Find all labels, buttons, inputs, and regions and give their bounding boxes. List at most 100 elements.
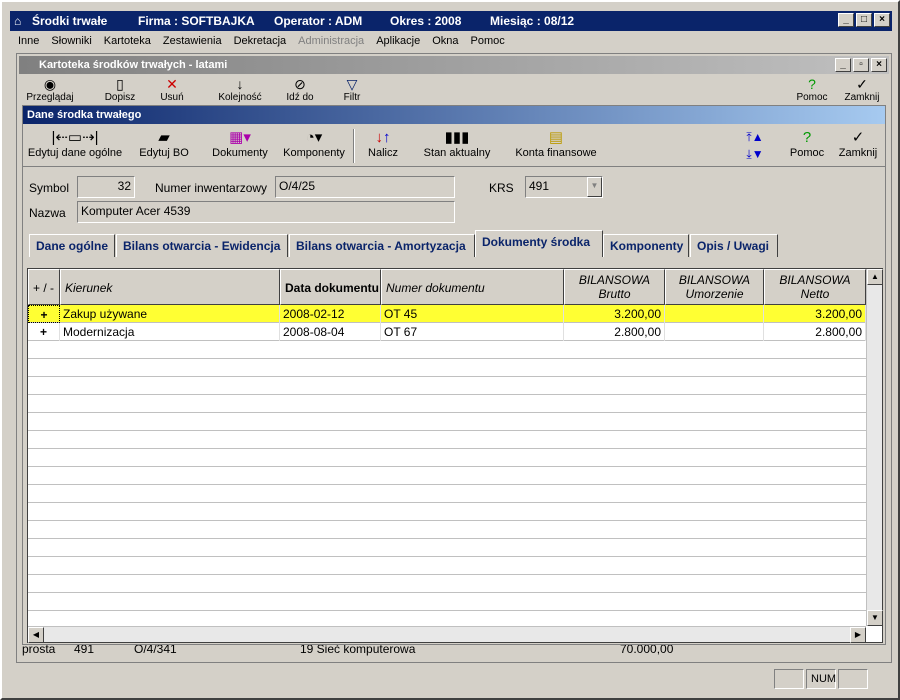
scroll-left-icon[interactable]: ◀	[28, 627, 44, 643]
inner-pomoc-button[interactable]: ? Pomoc	[787, 76, 837, 103]
pie-chart-icon: ◔▾	[305, 129, 323, 146]
tab-bilans-ewidencja[interactable]: Bilans otwarcia - Ewidencja	[116, 234, 288, 257]
przegladaj-button[interactable]: ◉ Przeglądaj	[25, 76, 75, 103]
asset-details-dialog: Dane środka trwałego |⇠▭⇢| Edytuj dane og…	[22, 105, 886, 645]
col-data-dokumentu[interactable]: Data dokumentu	[280, 269, 381, 305]
main-window: ⌂ Środki trwałe Firma : SOFTBAJKA Operat…	[0, 0, 900, 700]
menu-pomoc[interactable]: Pomoc	[465, 32, 511, 50]
tab-bilans-amortyzacja[interactable]: Bilans otwarcia - Amortyzacja	[289, 234, 475, 257]
edit-arrows-icon: |⇠▭⇢|	[51, 129, 99, 146]
idz-do-button[interactable]: ⊘ Idź do	[275, 76, 325, 103]
col-brutto[interactable]: BILANSOWA Brutto	[564, 269, 665, 305]
menu-kartoteka[interactable]: Kartoteka	[98, 32, 157, 50]
filter-icon: ▽	[346, 76, 358, 92]
krs-select[interactable]: 491 ▼	[525, 176, 603, 198]
empty-grid-row	[28, 359, 866, 377]
col-kierunek[interactable]: Kierunek	[60, 269, 280, 305]
ledger-icon: ▤	[548, 129, 564, 146]
usun-button[interactable]: ✕ Usuń	[147, 76, 197, 103]
minimize-button[interactable]: _	[838, 13, 854, 27]
inner-minimize-button[interactable]: _	[835, 58, 851, 72]
edit-general-button[interactable]: |⇠▭⇢| Edytuj dane ogólne	[27, 129, 123, 165]
calculate-button[interactable]: ↓↑ Nalicz	[363, 129, 403, 165]
last-record-icon[interactable]: ⤓▼	[735, 146, 775, 163]
eye-icon: ◉	[43, 76, 57, 92]
status-bar: NUM	[10, 669, 892, 693]
check-icon: ✓	[851, 129, 865, 146]
menu-okna[interactable]: Okna	[426, 32, 464, 50]
chevron-down-icon[interactable]: ▼	[587, 177, 602, 197]
num-indicator: NUM	[806, 669, 836, 689]
table-row[interactable]: + Modernizacja 2008-08-04 OT 67 2.800,00…	[28, 323, 866, 341]
empty-grid-row	[28, 377, 866, 395]
documents-button[interactable]: ▦▾ Dokumenty	[209, 129, 271, 165]
tab-komponenty[interactable]: Komponenty	[603, 234, 689, 257]
close-button[interactable]: ×	[874, 13, 890, 27]
menu-inne[interactable]: Inne	[12, 32, 45, 50]
dopisz-button[interactable]: ▯ Dopisz	[95, 76, 145, 103]
sort-icon: ↓	[236, 76, 244, 92]
menu-administracja: Administracja	[298, 35, 365, 47]
current-state-button[interactable]: ▮▮▮ Stan aktualny	[421, 129, 493, 165]
documents-icon: ▦▾	[229, 129, 251, 146]
calculate-arrows-icon: ↓↑	[375, 129, 391, 146]
dialog-title-bar: Dane środka trwałego	[23, 106, 885, 124]
inner-close-button[interactable]: ×	[871, 58, 887, 72]
tab-dane-ogolne[interactable]: Dane ogólne	[29, 234, 115, 257]
menu-slowniki[interactable]: Słowniki	[45, 32, 97, 50]
empty-grid-row	[28, 467, 866, 485]
dialog-title: Dane środka trwałego	[27, 109, 142, 121]
col-netto[interactable]: BILANSOWA Netto	[764, 269, 866, 305]
name-field[interactable]: Komputer Acer 4539	[77, 201, 455, 223]
tab-opis-uwagi[interactable]: Opis / Uwagi	[690, 234, 778, 257]
okres-label: Okres : 2008	[390, 14, 462, 28]
col-umorzenie[interactable]: BILANSOWA Umorzenie	[665, 269, 764, 305]
horizontal-scrollbar[interactable]: ◀ ▶	[28, 626, 866, 643]
symbol-field[interactable]: 32	[77, 176, 135, 198]
col-plusminus[interactable]: + / -	[28, 269, 60, 305]
first-record-icon[interactable]: ⤒▲	[735, 129, 775, 146]
kolejnosc-button[interactable]: ↓ Kolejność	[215, 76, 265, 103]
scroll-up-icon[interactable]: ▲	[867, 269, 883, 285]
tab-dokumenty-srodka[interactable]: Dokumenty środka	[475, 230, 603, 257]
menu-aplikacje[interactable]: Aplikacje	[370, 32, 426, 50]
kartoteka-toolbar: ◉ Przeglądaj ▯ Dopisz ✕ Usuń ↓ Kolejność ⊘ Id…	[19, 76, 889, 106]
dialog-toolbar: |⇠▭⇢| Edytuj dane ogólne ▰ Edytuj BO ▦▾ Dok…	[23, 125, 885, 167]
inner-restore-button[interactable]: ▫	[853, 58, 869, 72]
bar-chart-icon: ▮▮▮	[444, 129, 470, 146]
empty-grid-row	[28, 395, 866, 413]
expand-toggle[interactable]: +	[28, 305, 60, 323]
operator-label: Operator : ADM	[274, 14, 363, 28]
vertical-scrollbar[interactable]: ▲ ▼	[866, 269, 883, 626]
expand-toggle[interactable]: +	[28, 323, 60, 341]
empty-grid-row	[28, 521, 866, 539]
empty-grid-row	[28, 593, 866, 611]
dialog-help-button[interactable]: ? Pomoc	[787, 129, 827, 165]
menu-bar: Inne Słowniki Kartoteka Zestawienia Dekr…	[12, 32, 511, 50]
folder-open-icon: ▰	[158, 129, 170, 146]
empty-grid-row	[28, 485, 866, 503]
menu-zestawienia[interactable]: Zestawienia	[157, 32, 228, 50]
scroll-down-icon[interactable]: ▼	[867, 610, 883, 626]
edit-bo-button[interactable]: ▰ Edytuj BO	[133, 129, 195, 165]
scroll-right-icon[interactable]: ▶	[850, 627, 866, 643]
empty-grid-row	[28, 413, 866, 431]
menu-dekretacja[interactable]: Dekretacja	[228, 32, 293, 50]
dialog-close-button[interactable]: ✓ Zamknij	[835, 129, 881, 165]
empty-grid-row	[28, 575, 866, 593]
goto-icon: ⊘	[294, 76, 306, 92]
col-numer-dokumentu[interactable]: Numer dokumentu	[381, 269, 564, 305]
delete-icon: ✕	[166, 76, 178, 92]
empty-grid-row	[28, 503, 866, 521]
table-row[interactable]: + Zakup używane 2008-02-12 OT 45 3.200,0…	[28, 305, 866, 323]
maximize-button[interactable]: □	[856, 13, 872, 27]
filtr-button[interactable]: ▽ Filtr	[327, 76, 377, 103]
empty-grid-row	[28, 431, 866, 449]
inner-zamknij-button[interactable]: ✓ Zamknij	[837, 76, 887, 103]
fin-accounts-button[interactable]: ▤ Konta finansowe	[513, 129, 599, 165]
inventory-number-field[interactable]: O/4/25	[275, 176, 455, 198]
app-icon: ⌂	[14, 14, 22, 28]
name-label: Nazwa	[29, 206, 66, 220]
components-button[interactable]: ◔▾ Komponenty	[281, 129, 347, 165]
check-icon: ✓	[856, 76, 868, 92]
